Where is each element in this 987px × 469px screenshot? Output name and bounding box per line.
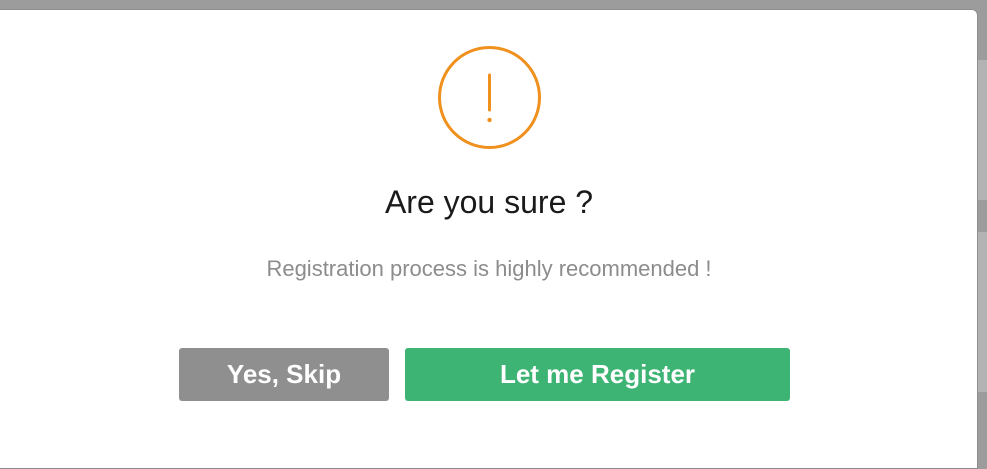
dialog-title: Are you sure ? bbox=[384, 184, 594, 220]
confirm-dialog: Are you sure ? Registration process is h… bbox=[0, 9, 978, 469]
dialog-message: Registration process is highly recommend… bbox=[266, 256, 712, 281]
warning-exclamation-icon bbox=[438, 46, 541, 149]
backdrop-strip-2 bbox=[978, 232, 987, 392]
register-button[interactable]: Let me Register bbox=[405, 348, 790, 401]
skip-button[interactable]: Yes, Skip bbox=[179, 348, 389, 401]
backdrop-strip-1 bbox=[978, 60, 987, 200]
